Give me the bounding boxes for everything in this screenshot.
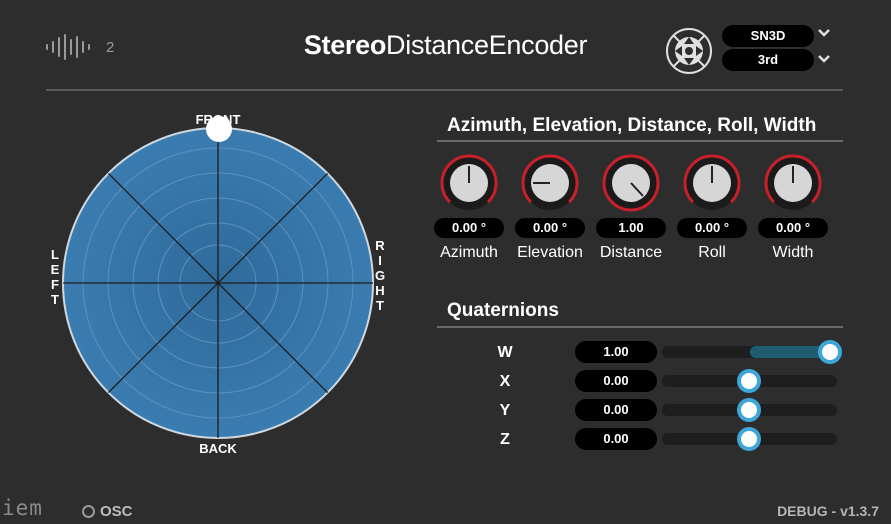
x-slider-thumb[interactable] xyxy=(737,369,761,393)
z-slider-thumb[interactable] xyxy=(737,427,761,451)
normalization-dropdown[interactable]: SN3D xyxy=(722,25,814,47)
quaternion-row-w: W 1.00 xyxy=(495,340,845,370)
x-value[interactable]: 0.00 xyxy=(575,370,657,392)
elevation-control: 0.00 ° Elevation xyxy=(510,154,590,262)
z-label: Z xyxy=(500,431,510,448)
roll-label: Roll xyxy=(698,244,726,261)
chevron-down-icon[interactable] xyxy=(816,51,832,70)
quaternion-sliders: W 1.00 X 0.00 Y 0.00 Z 0.00 xyxy=(495,340,845,457)
width-value[interactable]: 0.00 ° xyxy=(758,218,828,238)
title-bold: Stereo xyxy=(303,30,387,60)
elevation-knob[interactable] xyxy=(521,154,579,212)
x-slider[interactable] xyxy=(662,369,837,393)
params-section-title: Azimuth, Elevation, Distance, Roll, Widt… xyxy=(447,115,817,136)
y-slider[interactable] xyxy=(662,398,837,422)
version-label: DEBUG - v1.3.7 xyxy=(777,503,879,519)
w-label: W xyxy=(497,344,513,361)
azimuth-value[interactable]: 0.00 ° xyxy=(434,218,504,238)
roll-control: 0.00 ° Roll xyxy=(672,154,752,262)
quaternion-row-x: X 0.00 xyxy=(495,369,845,399)
quaternions-divider xyxy=(437,326,843,328)
w-slider-thumb[interactable] xyxy=(818,340,842,364)
width-control: 0.00 ° Width xyxy=(753,154,833,262)
osc-status-icon xyxy=(82,505,95,518)
w-slider[interactable] xyxy=(662,340,842,364)
quaternions-section-title: Quaternions xyxy=(447,300,559,321)
distance-value[interactable]: 1.00 xyxy=(596,218,666,238)
distance-control: 1.00 Distance xyxy=(591,154,671,262)
sphere-panner[interactable] xyxy=(60,125,376,441)
roll-knob[interactable] xyxy=(683,154,741,212)
x-label: X xyxy=(499,373,511,390)
osc-label: OSC xyxy=(100,503,133,520)
right-label: R I G H T xyxy=(374,238,386,313)
elevation-value[interactable]: 0.00 ° xyxy=(515,218,585,238)
left-label: L E F T xyxy=(50,247,60,307)
azimuth-knob[interactable] xyxy=(440,154,498,212)
azimuth-control: 0.00 ° Azimuth xyxy=(429,154,509,262)
quaternion-row-y: Y 0.00 xyxy=(495,398,845,428)
y-value[interactable]: 0.00 xyxy=(575,399,657,421)
y-label: Y xyxy=(499,402,511,419)
distance-label: Distance xyxy=(599,244,663,261)
ambisonic-logo-icon xyxy=(666,28,712,74)
osc-button[interactable]: OSC xyxy=(82,503,133,520)
w-value[interactable]: 1.00 xyxy=(575,341,657,363)
z-slider[interactable] xyxy=(662,427,837,451)
title-light: DistanceEncoder xyxy=(386,30,588,60)
params-divider xyxy=(437,140,843,142)
quaternion-row-z: Z 0.00 xyxy=(495,427,845,457)
width-label: Width xyxy=(772,244,814,261)
elevation-label: Elevation xyxy=(517,244,583,261)
width-knob[interactable] xyxy=(764,154,822,212)
back-label: BACK xyxy=(199,441,237,456)
iem-logo: iem xyxy=(2,496,43,520)
chevron-down-icon[interactable] xyxy=(816,25,832,44)
distance-knob[interactable] xyxy=(602,154,660,212)
header-divider xyxy=(46,89,843,91)
y-slider-thumb[interactable] xyxy=(737,398,761,422)
z-value[interactable]: 0.00 xyxy=(575,428,657,450)
roll-value[interactable]: 0.00 ° xyxy=(677,218,747,238)
source-handle[interactable] xyxy=(206,116,232,142)
knob-row: 0.00 ° Azimuth 0.00 ° Elevation 1.00 Dis… xyxy=(429,154,833,262)
azimuth-label: Azimuth xyxy=(440,244,498,261)
order-dropdown[interactable]: 3rd xyxy=(722,49,814,71)
